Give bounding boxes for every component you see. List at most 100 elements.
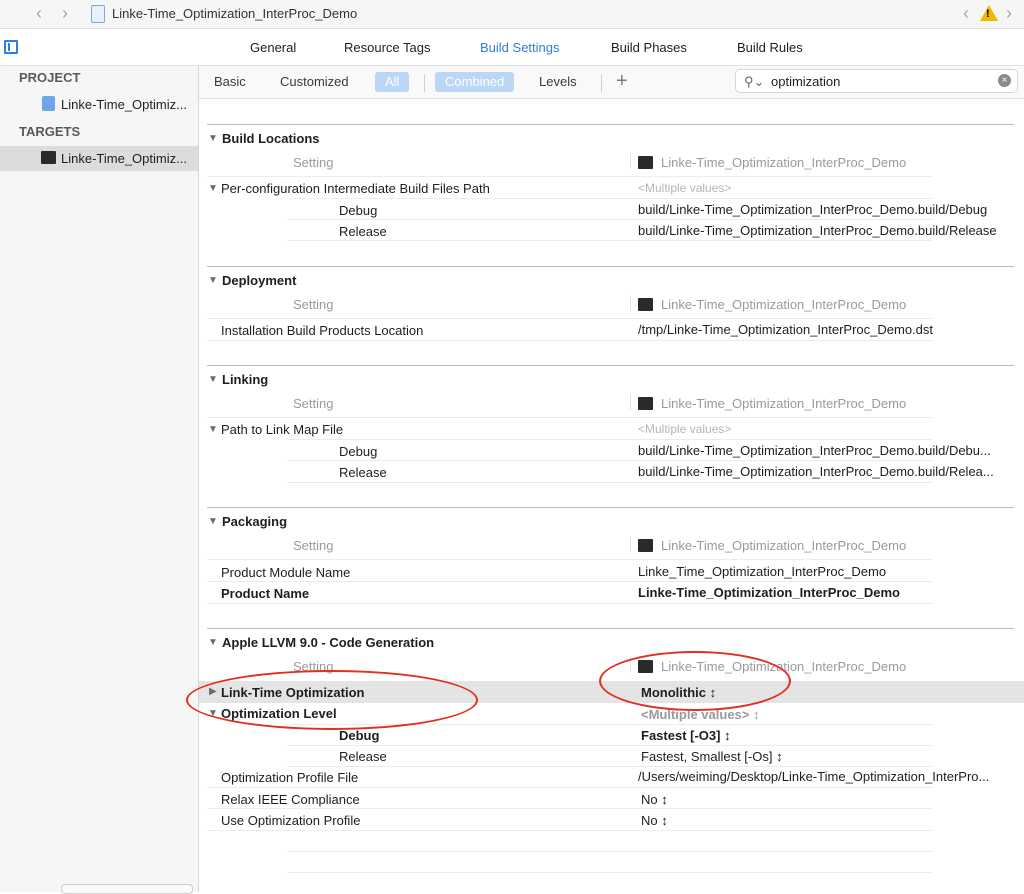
grid-icon[interactable] bbox=[5, 6, 21, 22]
sidebar-scrollbar[interactable] bbox=[61, 884, 193, 894]
build-path-debug-value[interactable]: build/Linke-Time_Optimization_InterProc_… bbox=[638, 202, 1022, 217]
section-title-packaging: Packaging bbox=[222, 514, 288, 529]
installation-location-value[interactable]: /tmp/Linke-Time_Optimization_InterProc_D… bbox=[638, 322, 1022, 337]
row-divider bbox=[287, 851, 933, 852]
row-divider bbox=[207, 787, 933, 788]
filter-combined-button[interactable]: Combined bbox=[435, 72, 515, 92]
setting-installation-location[interactable]: Installation Build Products Location bbox=[221, 323, 423, 338]
disclosure-triangle-icon[interactable]: ▼ bbox=[208, 424, 218, 435]
row-divider bbox=[207, 417, 933, 418]
setting-column-header: Setting bbox=[293, 155, 334, 170]
column-divider bbox=[630, 153, 631, 169]
row-divider bbox=[207, 176, 933, 177]
chevron-left-icon[interactable]: ‹ bbox=[963, 4, 969, 22]
filter-all-button[interactable]: All bbox=[375, 72, 410, 92]
multiple-values-label[interactable]: <Multiple values> bbox=[638, 181, 731, 195]
search-input[interactable]: optimization bbox=[771, 74, 840, 89]
row-divider bbox=[287, 240, 933, 241]
project-icon bbox=[42, 96, 55, 111]
optimization-level-release-popup[interactable]: Fastest, Smallest [-Os] ↕ bbox=[641, 749, 783, 764]
tab-build-rules[interactable]: Build Rules bbox=[737, 40, 803, 55]
chevron-right-icon[interactable]: › bbox=[62, 4, 68, 22]
setting-product-name[interactable]: Product Name bbox=[221, 586, 309, 601]
search-icon: ⚲⌄ bbox=[744, 74, 765, 89]
optimization-profile-file-value[interactable]: /Users/weiming/Desktop/Linke-Time_Optimi… bbox=[638, 769, 1018, 784]
row-divider bbox=[287, 745, 933, 746]
target-column-label: Linke-Time_Optimization_InterProc_Demo bbox=[661, 538, 907, 553]
setting-column-header: Setting bbox=[293, 538, 334, 553]
setting-intermediate-build-path[interactable]: Per-configuration Intermediate Build Fil… bbox=[221, 181, 490, 196]
link-map-release-value[interactable]: build/Linke-Time_Optimization_InterProc_… bbox=[638, 464, 1018, 479]
filter-basic-button[interactable]: Basic bbox=[214, 74, 246, 89]
target-column-label: Linke-Time_Optimization_InterProc_Demo bbox=[661, 297, 907, 312]
config-debug-label: Debug bbox=[339, 203, 378, 218]
target-column-label: Linke-Time_Optimization_InterProc_Demo bbox=[661, 396, 907, 411]
window-title: Linke-Time_Optimization_InterProc_Demo bbox=[112, 6, 358, 21]
config-release-label: Release bbox=[339, 749, 387, 764]
row-divider bbox=[287, 439, 933, 440]
row-divider bbox=[207, 603, 933, 604]
disclosure-triangle-icon[interactable]: ▼ bbox=[208, 275, 218, 286]
setting-column-header: Setting bbox=[293, 297, 334, 312]
tab-build-phases[interactable]: Build Phases bbox=[611, 40, 687, 55]
project-section-header: PROJECT bbox=[19, 70, 81, 85]
setting-use-optimization-profile[interactable]: Use Optimization Profile bbox=[221, 813, 360, 828]
chevron-right-icon[interactable]: › bbox=[1006, 4, 1012, 22]
row-divider bbox=[207, 318, 933, 319]
disclosure-triangle-icon[interactable]: ▼ bbox=[208, 374, 218, 385]
row-divider bbox=[207, 559, 933, 560]
setting-optimization-profile-file[interactable]: Optimization Profile File bbox=[221, 770, 358, 785]
terminal-icon bbox=[638, 156, 653, 169]
annotation-ellipse-lto-label bbox=[186, 670, 478, 730]
section-title-deployment: Deployment bbox=[222, 273, 297, 288]
clear-search-icon[interactable]: × bbox=[998, 74, 1011, 87]
section-divider bbox=[207, 124, 1014, 125]
product-name-value[interactable]: Linke-Time_Optimization_InterProc_Demo bbox=[638, 585, 1022, 600]
multiple-values-label[interactable]: <Multiple values> bbox=[638, 422, 731, 436]
disclosure-triangle-icon[interactable]: ▼ bbox=[208, 516, 218, 527]
filter-customized-button[interactable]: Customized bbox=[280, 74, 349, 89]
target-column-header: Linke-Time_Optimization_InterProc_Demo bbox=[638, 297, 906, 312]
section-title-build-locations: Build Locations bbox=[222, 131, 320, 146]
setting-relax-ieee-compliance[interactable]: Relax IEEE Compliance bbox=[221, 792, 360, 807]
tab-build-settings[interactable]: Build Settings bbox=[480, 40, 560, 55]
tab-general[interactable]: General bbox=[250, 40, 296, 55]
row-divider bbox=[207, 830, 933, 831]
warning-icon[interactable]: ! bbox=[980, 5, 998, 21]
section-divider bbox=[207, 365, 1014, 366]
add-setting-button[interactable]: + bbox=[616, 70, 628, 93]
row-divider bbox=[287, 872, 933, 873]
use-optimization-profile-popup[interactable]: No ↕ bbox=[641, 813, 668, 828]
column-divider bbox=[630, 394, 631, 410]
search-field[interactable]: ⚲⌄ optimization × bbox=[735, 69, 1018, 93]
disclosure-triangle-icon[interactable]: ▼ bbox=[208, 637, 218, 648]
build-path-release-value[interactable]: build/Linke-Time_Optimization_InterProc_… bbox=[638, 223, 1022, 238]
annotation-ellipse-lto-value bbox=[599, 651, 791, 711]
section-divider bbox=[207, 628, 1014, 629]
terminal-icon bbox=[638, 298, 653, 311]
optimization-level-debug-popup[interactable]: Fastest [-O3] ↕ bbox=[641, 728, 731, 743]
sidebar-item-target[interactable]: Linke-Time_Optimiz... bbox=[61, 151, 187, 166]
link-map-debug-value[interactable]: build/Linke-Time_Optimization_InterProc_… bbox=[638, 443, 1018, 458]
sidebar-toggle-icon[interactable] bbox=[4, 40, 18, 54]
relax-ieee-compliance-popup[interactable]: No ↕ bbox=[641, 792, 668, 807]
row-divider bbox=[207, 340, 933, 341]
product-module-name-value[interactable]: Linke_Time_Optimization_InterProc_Demo bbox=[638, 564, 1022, 579]
filter-levels-button[interactable]: Levels bbox=[539, 74, 577, 89]
config-release-label: Release bbox=[339, 224, 387, 239]
target-column-header: Linke-Time_Optimization_InterProc_Demo bbox=[638, 155, 906, 170]
tab-resource-tags[interactable]: Resource Tags bbox=[344, 40, 430, 55]
setting-link-map-path[interactable]: Path to Link Map File bbox=[221, 422, 343, 437]
disclosure-triangle-icon[interactable]: ▼ bbox=[208, 183, 218, 194]
sidebar-item-project[interactable]: Linke-Time_Optimiz... bbox=[61, 97, 187, 112]
chevron-left-icon[interactable]: ‹ bbox=[36, 4, 42, 22]
divider bbox=[424, 74, 425, 92]
row-divider bbox=[207, 581, 933, 582]
terminal-icon bbox=[638, 539, 653, 552]
config-release-label: Release bbox=[339, 465, 387, 480]
row-divider bbox=[287, 482, 933, 483]
disclosure-triangle-icon[interactable]: ▼ bbox=[208, 133, 218, 144]
target-column-label: Linke-Time_Optimization_InterProc_Demo bbox=[661, 155, 907, 170]
terminal-icon bbox=[638, 397, 653, 410]
setting-product-module-name[interactable]: Product Module Name bbox=[221, 565, 350, 580]
